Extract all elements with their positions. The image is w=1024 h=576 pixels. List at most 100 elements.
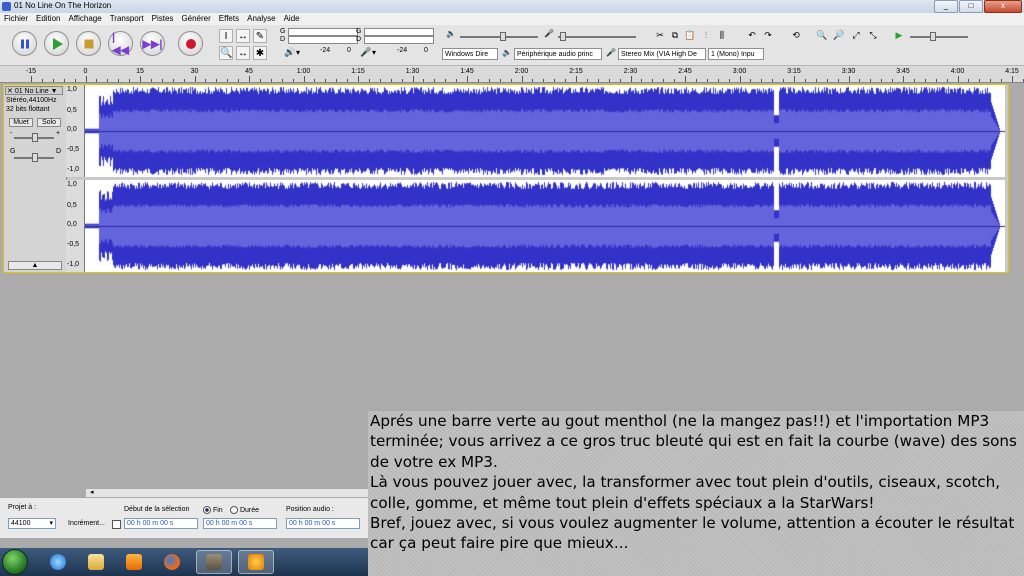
trim-icon[interactable]: ⫶ — [700, 29, 712, 41]
scale-label: -0,5 — [67, 241, 80, 248]
maximize-button[interactable]: □ — [959, 0, 983, 13]
sync-lock-icon[interactable]: ⟲ — [790, 29, 802, 41]
duration-radio-label: Durée — [239, 506, 260, 514]
track-name-button[interactable]: ✕ 01 No Line ▼ — [5, 86, 63, 95]
taskbar-gimp[interactable] — [196, 550, 232, 574]
host-select[interactable]: Windows Dire — [442, 48, 498, 60]
menu-generer[interactable]: Générer — [181, 13, 210, 25]
ruler-tick-mark — [467, 76, 468, 82]
record-button[interactable] — [178, 31, 203, 56]
fit-selection-icon[interactable]: ⤢ — [850, 29, 862, 41]
selection-end-time[interactable]: 00 h 00 m 00 s — [203, 518, 277, 529]
waveform-canvas-left[interactable] — [85, 85, 1005, 177]
slider-knob[interactable] — [32, 153, 38, 162]
scale-label: -0,5 — [67, 146, 80, 153]
menu-fichier[interactable]: Fichier — [4, 13, 28, 25]
output-device-select[interactable]: Périphérique audio princ — [514, 48, 602, 60]
skip-start-button[interactable]: |◀◀ — [108, 31, 133, 56]
audio-track[interactable]: ✕ 01 No Line ▼ Stéréo,44100Hz 32 bits fl… — [3, 84, 1009, 273]
audio-position-time[interactable]: 00 h 00 m 00 s — [286, 518, 360, 529]
menu-edition[interactable]: Edition — [36, 13, 60, 25]
pan-slider[interactable] — [14, 153, 54, 162]
start-button[interactable] — [2, 549, 28, 575]
input-volume-slider[interactable] — [558, 32, 636, 41]
menu-analyse[interactable]: Analyse — [247, 13, 275, 25]
play-at-speed-icon[interactable]: ▶ — [893, 29, 905, 41]
ruler-tick-label: 30 — [190, 68, 199, 75]
ruler-tick-label: 3:00 — [732, 68, 747, 75]
scroll-left-icon[interactable]: ◂ — [90, 488, 94, 496]
channels-select[interactable]: 1 (Mono) Inpu — [708, 48, 764, 60]
multi-tool[interactable]: ✱ — [253, 46, 267, 60]
slider-knob[interactable] — [500, 32, 506, 41]
minimize-button[interactable]: _ — [934, 0, 958, 13]
menu-effets[interactable]: Effets — [219, 13, 239, 25]
ruler-tick-mark — [1012, 76, 1013, 82]
taskbar-media-player[interactable] — [116, 550, 152, 574]
redo-icon[interactable]: ↷ — [762, 29, 774, 41]
solo-button[interactable]: Solo — [37, 118, 61, 127]
waveform-right-channel[interactable] — [85, 180, 1005, 272]
envelope-tool[interactable]: ↔ — [236, 29, 250, 43]
ruler-tick-mark — [74, 79, 76, 82]
selection-tool[interactable]: I — [219, 29, 233, 43]
gain-slider[interactable] — [14, 133, 54, 142]
timeline-ruler[interactable]: -15 0 15 30 45 1:00 1:15 1:30 1:45 2:00 2:15 2:30 2:… — [0, 66, 1024, 83]
play-button[interactable] — [44, 31, 69, 56]
mute-button[interactable]: Muet — [9, 118, 33, 127]
scale-label: 0,0 — [67, 221, 77, 228]
undo-icon[interactable]: ↶ — [746, 29, 758, 41]
stop-button[interactable] — [76, 31, 101, 56]
slider-knob[interactable] — [930, 32, 936, 41]
slider-knob[interactable] — [32, 133, 38, 142]
close-button[interactable]: x — [984, 0, 1022, 13]
chevron-down-icon[interactable]: ▾ — [296, 48, 300, 57]
playback-scale-min: -24 — [320, 47, 331, 54]
ruler-tick-mark — [848, 76, 850, 82]
chevron-down-icon: ▾ — [49, 520, 53, 527]
zoom-out-icon[interactable]: 🔎 — [833, 29, 845, 41]
ruler-tick-mark — [281, 79, 283, 82]
menu-affichage[interactable]: Affichage — [68, 13, 101, 25]
taskbar-explorer[interactable] — [78, 550, 114, 574]
copy-icon[interactable]: ⧉ — [669, 29, 681, 41]
horizontal-scrollbar[interactable]: ◂ — [86, 488, 368, 497]
collapse-track-button[interactable]: ▲ — [8, 261, 62, 270]
duration-radio[interactable]: Durée — [230, 506, 259, 514]
selection-start-time[interactable]: 00 h 00 m 00 s — [124, 518, 198, 529]
menu-aide[interactable]: Aide — [284, 13, 300, 25]
scale-label: -1,0 — [67, 166, 80, 173]
waveform-canvas-right[interactable] — [85, 180, 1005, 272]
audio-position-label: Position audio : — [286, 506, 334, 513]
end-radio[interactable]: Fin — [203, 506, 223, 514]
audacity-icon — [248, 554, 264, 570]
play-speed-slider[interactable] — [910, 32, 968, 41]
waveform-left-channel[interactable] — [85, 85, 1005, 177]
menu-transport[interactable]: Transport — [110, 13, 144, 25]
ruler-tick-label: 15 — [136, 68, 144, 75]
zoom-in-icon[interactable]: 🔍 — [816, 29, 828, 41]
taskbar-internet-explorer[interactable] — [40, 550, 76, 574]
playback-meter-left — [288, 28, 358, 36]
taskbar-audacity[interactable] — [238, 550, 274, 574]
silence-icon[interactable]: ⫼ — [716, 29, 728, 41]
ruler-tick-mark — [150, 79, 152, 82]
project-rate-select[interactable]: 44100 ▾ — [8, 518, 56, 529]
timeshift-tool[interactable]: ↔ — [236, 46, 250, 60]
paste-icon[interactable]: 📋 — [684, 29, 696, 41]
cut-icon[interactable]: ✂ — [654, 29, 666, 41]
ruler-tick-mark — [652, 79, 654, 82]
input-device-select[interactable]: Stereo Mix (VIA High De — [618, 48, 706, 60]
slider-knob[interactable] — [560, 32, 566, 41]
skip-end-button[interactable]: ▶▶| — [140, 31, 165, 56]
taskbar-firefox[interactable] — [154, 550, 190, 574]
output-volume-slider[interactable] — [460, 32, 538, 41]
chevron-down-icon[interactable]: ▾ — [372, 48, 376, 57]
fit-project-icon[interactable]: ⤡ — [867, 29, 879, 41]
snap-checkbox[interactable] — [112, 520, 121, 529]
draw-tool[interactable]: ✎ — [253, 29, 267, 43]
pause-button[interactable] — [12, 31, 37, 56]
menu-pistes[interactable]: Pistes — [152, 13, 174, 25]
pan-right-label: D — [56, 148, 62, 155]
zoom-tool[interactable]: 🔍 — [219, 46, 233, 60]
